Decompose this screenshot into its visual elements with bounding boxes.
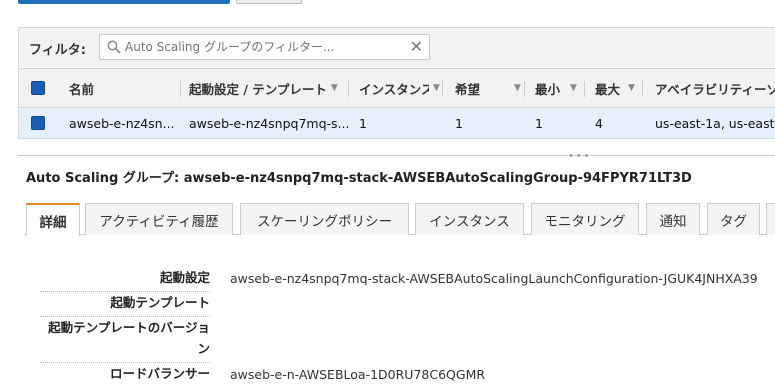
column-header-desired[interactable]: 希望 ▼ (443, 69, 525, 107)
tab-activity-history[interactable]: アクティビティ履歴 (85, 203, 233, 235)
cell-desired: 1 (455, 115, 463, 131)
column-header-max[interactable]: 最大 ▼ (585, 69, 643, 107)
column-header-min[interactable]: 最小 ▼ (525, 69, 585, 107)
field-value-launch-configuration[interactable]: awseb-e-nz4snpq7mq-stack-AWSEBAutoScalin… (230, 271, 758, 286)
column-header-name[interactable]: 名前 (59, 69, 181, 107)
close-icon[interactable]: ✕ (410, 38, 423, 56)
panel-splitter[interactable] (18, 155, 775, 157)
column-header-label: アベイラビリティーゾーン (655, 81, 775, 97)
field-label-load-balancers: ロードバランサー (40, 363, 210, 384)
field-value-load-balancers[interactable]: awseb-e-n-AWSEBLoa-1D0RU78C6QGMR (230, 367, 485, 382)
column-header-label: 最大 (595, 81, 621, 97)
chevron-down-icon[interactable]: ▼ (331, 83, 338, 93)
filter-label: フィルタ: (29, 43, 86, 58)
column-header-label: 起動設定 / テンプレート (189, 81, 327, 97)
filter-field[interactable]: ✕ (99, 34, 430, 60)
detail-title: Auto Scaling グループ: awseb-e-nz4snpq7mq-st… (26, 171, 692, 186)
table-row[interactable]: awseb-e-nz4sn... awseb-e-nz4snpq7mq-s...… (18, 108, 775, 139)
tab-notifications[interactable]: 通知 (646, 203, 700, 235)
row-checkbox[interactable] (31, 116, 45, 130)
tab-instances[interactable]: インスタンス (415, 203, 524, 235)
chevron-down-icon[interactable]: ▼ (514, 83, 521, 93)
chevron-down-icon[interactable]: ▼ (570, 83, 577, 93)
filter-bar: フィルタ: ✕ (18, 27, 775, 67)
field-label-launch-configuration: 起動設定 (40, 267, 210, 292)
detail-tabs: 詳細 アクティビティ履歴 スケーリングポリシー インスタンス モニタリング 通知… (24, 203, 775, 236)
tab-details[interactable]: 詳細 (26, 203, 80, 236)
column-header-label: 名前 (69, 81, 95, 97)
column-header-label: インスタンス (359, 81, 429, 97)
tab-more[interactable] (766, 203, 775, 235)
cell-instances: 1 (359, 115, 367, 131)
cell-availability-zones: us-east-1a, us-east-1 (655, 115, 775, 131)
select-all-checkbox[interactable] (31, 81, 45, 95)
filter-input[interactable] (125, 38, 405, 56)
cell-max: 4 (595, 115, 603, 131)
column-header-label: 最小 (535, 81, 561, 97)
chevron-down-icon[interactable]: ▼ (628, 83, 635, 93)
tab-scaling-policies[interactable]: スケーリングポリシー (240, 203, 409, 235)
cell-name: awseb-e-nz4sn... (69, 115, 175, 131)
chevron-down-icon[interactable]: ▼ (433, 83, 440, 93)
column-header-launch-config[interactable]: 起動設定 / テンプレート ▼ (181, 69, 349, 107)
select-all-checkbox-cell[interactable] (31, 69, 51, 107)
tab-monitoring[interactable]: モニタリング (531, 203, 639, 235)
field-label-launch-template-version: 起動テンプレートのバージョン (40, 317, 210, 363)
splitter-handle-icon[interactable]: ••• (568, 152, 592, 162)
autoscaling-groups-table: 名前 起動設定 / テンプレート ▼ インスタンス ▼ 希望 ▼ 最小 ▼ 最大… (18, 68, 775, 139)
tab-tags[interactable]: タグ (707, 203, 760, 235)
table-header: 名前 起動設定 / テンプレート ▼ インスタンス ▼ 希望 ▼ 最小 ▼ 最大… (18, 68, 775, 108)
cell-min: 1 (535, 115, 543, 131)
column-header-label: 希望 (455, 81, 481, 97)
search-icon (107, 40, 121, 54)
field-label-launch-template: 起動テンプレート (40, 292, 210, 317)
column-header-instances[interactable]: インスタンス ▼ (349, 69, 443, 107)
cell-launch-config: awseb-e-nz4snpq7mq-s... (189, 115, 349, 131)
actions-button[interactable] (236, 0, 302, 4)
create-button[interactable] (18, 0, 230, 4)
row-checkbox-cell[interactable] (31, 108, 51, 138)
column-header-availability-zones[interactable]: アベイラビリティーゾーン (643, 69, 775, 107)
